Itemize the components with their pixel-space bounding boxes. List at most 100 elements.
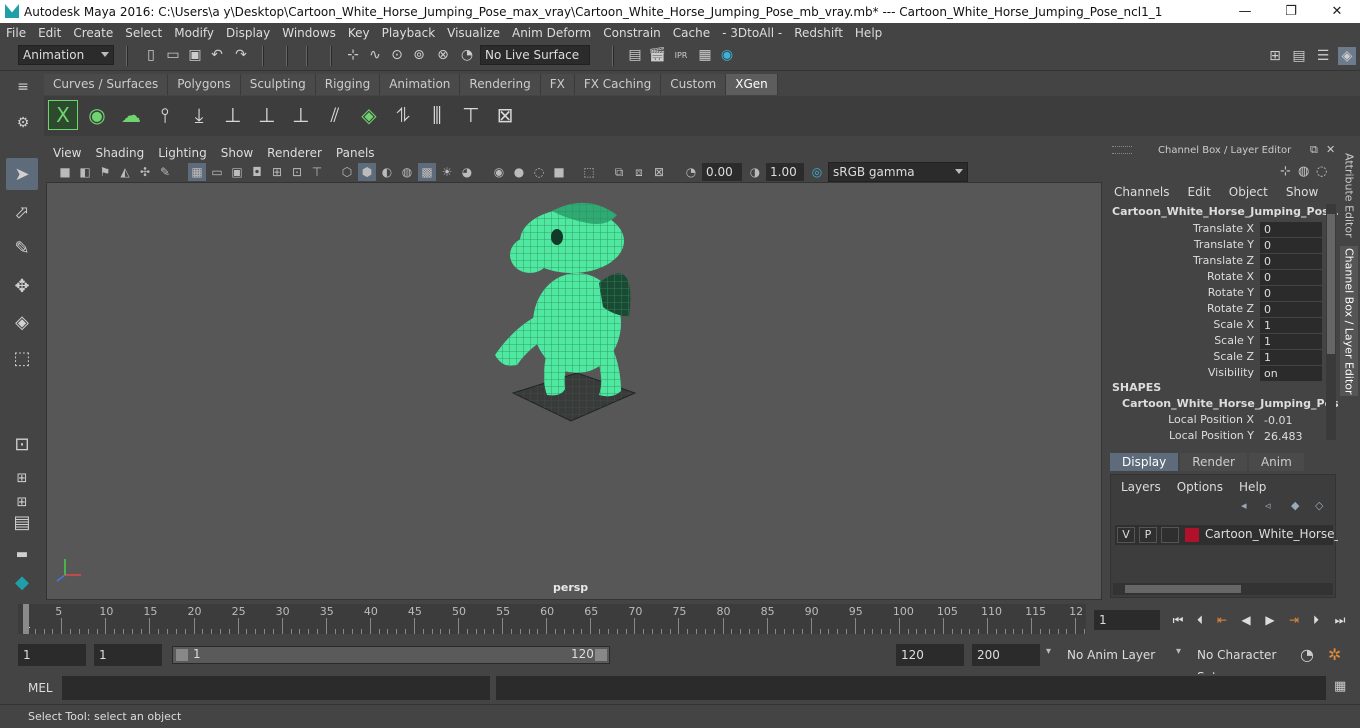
menu-redshift[interactable]: Redshift	[788, 26, 849, 40]
attribute-value[interactable]: 1	[1260, 350, 1322, 365]
move-layer-up-icon[interactable]: ◂	[1241, 499, 1247, 512]
step-forward-key-button[interactable]: ⇥	[1284, 612, 1304, 628]
object-menu[interactable]: Object	[1229, 185, 1268, 199]
xgen-normalize-guides-icon[interactable]: ⊤	[456, 100, 486, 130]
modeling-toolkit-icon[interactable]: ⊞	[1266, 47, 1284, 65]
menu-visualize[interactable]: Visualize	[441, 26, 506, 40]
gamma-icon[interactable]: ◑	[746, 163, 764, 181]
color-management-icon[interactable]: ◎	[808, 163, 826, 181]
camera-select-icon[interactable]: ■	[56, 163, 74, 181]
snap-surface-icon[interactable]: ⊗	[434, 46, 452, 64]
attribute-value[interactable]: -0.01	[1260, 413, 1322, 428]
menu-file[interactable]: File	[0, 26, 32, 40]
isolate-select-icon[interactable]: ⬚	[580, 163, 598, 181]
viewport-menu-show[interactable]: Show	[214, 146, 260, 160]
snap-view-icon[interactable]: ⊚	[410, 46, 428, 64]
ipr-render-icon[interactable]: IPR	[672, 46, 690, 64]
textured-icon[interactable]: ▩	[418, 163, 436, 181]
playback-start-field[interactable]: 1	[94, 644, 162, 666]
snap-live-icon[interactable]: ◔	[458, 46, 476, 64]
render-settings-icon[interactable]: ▤	[626, 46, 644, 64]
viewport-menu-shading[interactable]: Shading	[88, 146, 151, 160]
script-language-label[interactable]: MEL	[28, 681, 53, 695]
smooth-shade-icon[interactable]: ⬢	[358, 163, 376, 181]
current-frame-field[interactable]: 1	[1094, 610, 1160, 630]
move-layer-down-icon[interactable]: ◃	[1265, 499, 1271, 512]
redo-icon[interactable]: ↷	[232, 46, 250, 64]
xgen-sculpt-guides-icon[interactable]: ⫽	[320, 100, 350, 130]
tab-rendering[interactable]: Rendering	[460, 74, 541, 95]
scene-canvas[interactable]	[47, 183, 1102, 600]
grease-pencil-icon[interactable]: ✎	[156, 163, 174, 181]
attribute-row[interactable]: Visibility on	[1104, 366, 1324, 382]
move-tool-icon[interactable]: ✥	[6, 270, 38, 302]
save-scene-icon[interactable]: ▣	[186, 46, 204, 64]
single-perspective-layout-icon[interactable]: ⊡	[6, 428, 38, 460]
menu-display[interactable]: Display	[220, 26, 276, 40]
xgen-move-guides-icon[interactable]: ⤓	[184, 100, 214, 130]
close-button[interactable]: ✕	[1314, 0, 1360, 23]
undo-icon[interactable]: ↶	[208, 46, 226, 64]
xgen-create-description-icon[interactable]: ☁	[116, 100, 146, 130]
wireframe-on-shaded-icon[interactable]: ◐	[378, 163, 396, 181]
layer-playback-toggle[interactable]: P	[1139, 527, 1157, 543]
layer-display-type-toggle[interactable]	[1161, 527, 1179, 543]
screen-space-ao-icon[interactable]: ◉	[490, 163, 508, 181]
tab-animation[interactable]: Animation	[380, 74, 461, 95]
layer-color-swatch[interactable]	[1185, 528, 1199, 542]
attribute-value[interactable]: 0	[1260, 254, 1322, 269]
xgen-preview-icon[interactable]: ◉	[82, 100, 112, 130]
xgen-add-guide-icon[interactable]: ⊥	[218, 100, 248, 130]
tab-render[interactable]: Render	[1180, 453, 1247, 471]
select-tool-icon[interactable]: ➤	[6, 158, 38, 190]
minimize-button[interactable]: —	[1222, 0, 1268, 23]
close-panel-icon[interactable]: ✕	[1326, 143, 1335, 156]
step-forward-frame-button[interactable]: ⏵	[1306, 612, 1326, 628]
snap-point-icon[interactable]: ⊙	[388, 46, 406, 64]
tab-attribute-editor[interactable]: Attribute Editor	[1340, 152, 1358, 238]
go-to-end-button[interactable]: ⏭	[1330, 612, 1350, 628]
range-slider[interactable]: 1 120	[172, 646, 610, 664]
xgen-grid-icon[interactable]: ◈	[354, 100, 384, 130]
channel-box-scrollbar[interactable]	[1326, 204, 1336, 440]
anti-aliasing-icon[interactable]: ◌	[530, 163, 548, 181]
menu-windows[interactable]: Windows	[276, 26, 342, 40]
object-name[interactable]: Cartoon_White_Horse_Jumping_Pose...	[1112, 205, 1349, 218]
tab-polygons[interactable]: Polygons	[168, 74, 241, 95]
xgen-add-guides-icon[interactable]: ⫯	[150, 100, 180, 130]
tab-xgen[interactable]: XGen	[726, 74, 778, 95]
exposure-field[interactable]: 0.00	[702, 163, 742, 181]
live-surface-field[interactable]: No Live Surface	[480, 45, 590, 65]
xray-joints-icon[interactable]: ⧈	[630, 163, 648, 181]
hyper-icon[interactable]: ◌	[1316, 164, 1327, 179]
new-layer-icon[interactable]: ◆	[1291, 499, 1299, 512]
speed-icon[interactable]: ◍	[1298, 164, 1309, 179]
exposure-icon[interactable]: ◔	[682, 163, 700, 181]
attribute-row[interactable]: Local Position Y 26.483	[1104, 429, 1324, 445]
snap-curve-icon[interactable]: ∿	[366, 46, 384, 64]
paint-select-tool-icon[interactable]: ✎	[6, 232, 38, 264]
play-forwards-button[interactable]: ▶	[1260, 612, 1280, 628]
xgen-editor-icon[interactable]: X	[48, 100, 78, 130]
default-material-icon[interactable]: ◍	[398, 163, 416, 181]
attribute-value[interactable]: 0	[1260, 270, 1322, 285]
layers-menu[interactable]: Layers	[1121, 480, 1161, 494]
scrollbar-thumb[interactable]	[1327, 214, 1335, 354]
menu-constrain[interactable]: Constrain	[597, 26, 667, 40]
float-panel-icon[interactable]: ⧉	[1310, 143, 1318, 157]
step-back-frame-button[interactable]: ⏴	[1190, 612, 1210, 628]
channel-box-toggle-icon[interactable]: ◈	[1338, 47, 1356, 65]
go-to-start-button[interactable]: ⏮	[1168, 612, 1188, 628]
shelf-menu-icon[interactable]: ≡	[14, 78, 32, 96]
xray-icon[interactable]: ⧉	[610, 163, 628, 181]
tab-custom[interactable]: Custom	[661, 74, 727, 95]
step-back-key-button[interactable]: ⇤	[1212, 612, 1232, 628]
tab-display[interactable]: Display	[1110, 453, 1179, 471]
tool-settings-toggle-icon[interactable]: ☰	[1314, 47, 1332, 65]
viewport-menu-lighting[interactable]: Lighting	[151, 146, 214, 160]
film-gate-icon[interactable]: ▭	[208, 163, 226, 181]
menu-select[interactable]: Select	[119, 26, 168, 40]
new-layer-selected-icon[interactable]: ◇	[1315, 499, 1323, 512]
xgen-bend-guides-icon[interactable]: ⥮	[388, 100, 418, 130]
xgen-cut-guides-icon[interactable]: ⫼	[422, 100, 452, 130]
